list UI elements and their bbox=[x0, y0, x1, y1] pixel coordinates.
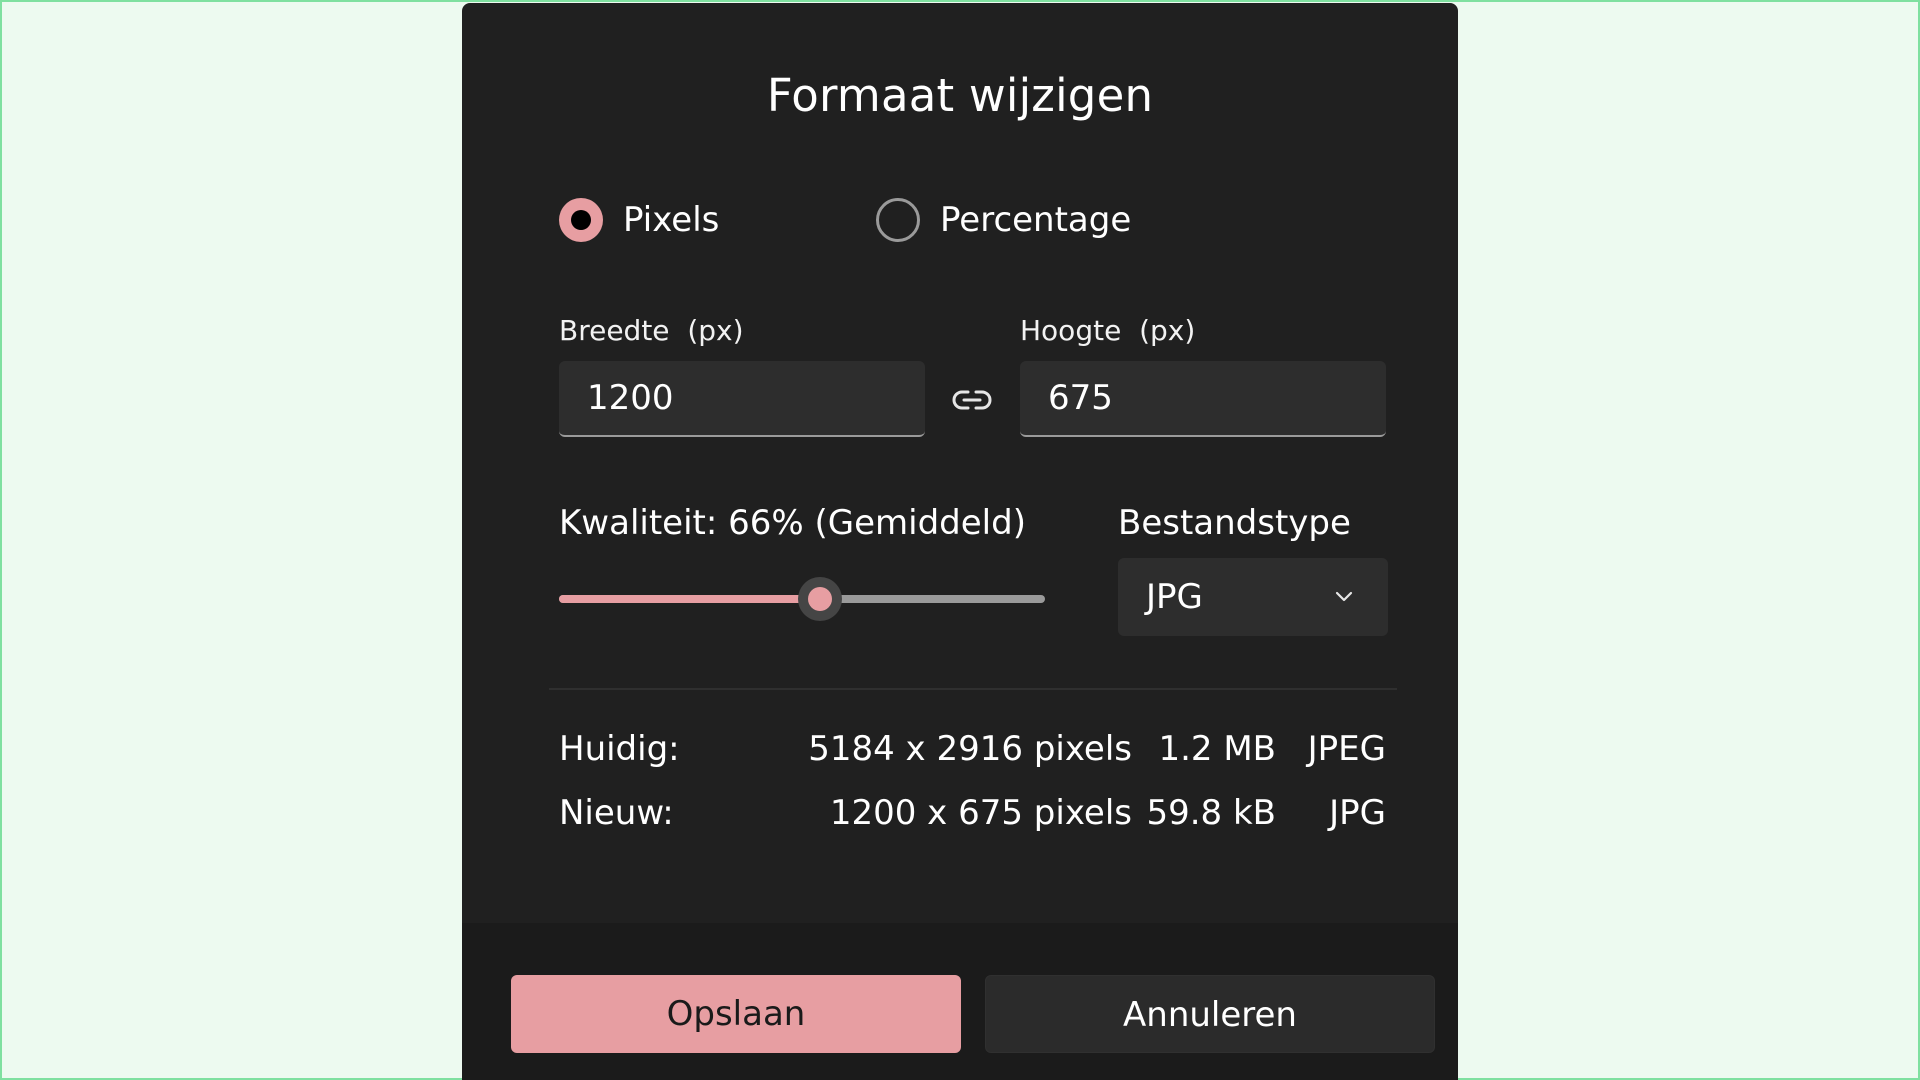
divider bbox=[549, 688, 1397, 690]
filetype-selected-value: JPG bbox=[1146, 577, 1203, 617]
new-type: JPG bbox=[1329, 793, 1386, 833]
current-size: 1.2 MB bbox=[1158, 729, 1276, 769]
new-dimensions: 1200 x 675 pixels bbox=[829, 793, 1132, 833]
width-label: Breedte (px) bbox=[559, 314, 744, 347]
current-dimensions: 5184 x 2916 pixels bbox=[808, 729, 1132, 769]
radio-percentage-circle[interactable] bbox=[876, 198, 920, 242]
height-input[interactable]: 675 bbox=[1020, 361, 1386, 437]
radio-pixels-label: Pixels bbox=[623, 200, 720, 240]
current-type: JPEG bbox=[1307, 729, 1386, 769]
height-label: Hoogte (px) bbox=[1020, 314, 1196, 347]
new-size: 59.8 kB bbox=[1146, 793, 1276, 833]
filetype-label: Bestandstype bbox=[1118, 503, 1351, 543]
slider-thumb[interactable] bbox=[798, 577, 842, 621]
radio-percentage[interactable]: Percentage bbox=[876, 198, 1131, 242]
new-label: Nieuw: bbox=[559, 793, 674, 833]
slider-fill bbox=[559, 595, 820, 603]
link-chain-icon[interactable] bbox=[952, 386, 992, 414]
filetype-select[interactable]: JPG bbox=[1118, 558, 1388, 636]
dialog-footer: Opslaan Annuleren bbox=[462, 923, 1458, 1080]
quality-slider[interactable] bbox=[559, 577, 1045, 621]
resize-dialog: Formaat wijzigen Pixels Percentage Breed… bbox=[462, 3, 1458, 1080]
current-label: Huidig: bbox=[559, 729, 680, 769]
cancel-button[interactable]: Annuleren bbox=[985, 975, 1435, 1053]
chevron-down-icon bbox=[1335, 591, 1353, 602]
radio-pixels-circle[interactable] bbox=[559, 198, 603, 242]
dialog-title: Formaat wijzigen bbox=[766, 69, 1154, 122]
quality-label: Kwaliteit: 66% (Gemiddeld) bbox=[559, 503, 1026, 543]
width-input[interactable]: 1200 bbox=[559, 361, 925, 437]
save-button[interactable]: Opslaan bbox=[511, 975, 961, 1053]
radio-pixels[interactable]: Pixels bbox=[559, 198, 719, 242]
radio-percentage-label: Percentage bbox=[940, 200, 1132, 240]
